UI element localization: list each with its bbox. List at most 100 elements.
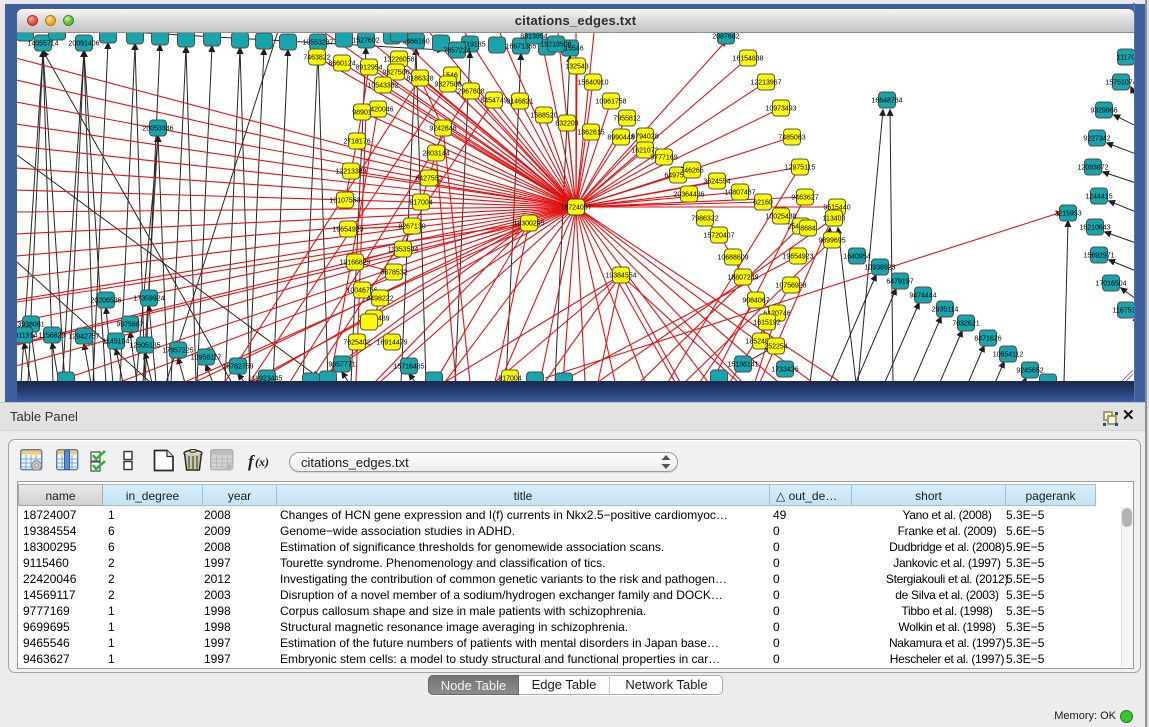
svg-text:8186328: 8186328 <box>406 76 433 83</box>
svg-text:1145194: 1145194 <box>103 339 130 346</box>
svg-text:9242848: 9242848 <box>429 126 456 133</box>
svg-text:10807487: 10807487 <box>724 190 755 197</box>
svg-text:12975115: 12975115 <box>785 165 816 172</box>
svg-text:12213967: 12213967 <box>750 80 781 87</box>
svg-text:8878532: 8878532 <box>380 270 407 277</box>
svg-text:917004: 917004 <box>409 200 432 207</box>
svg-text:10973493: 10973493 <box>765 106 796 113</box>
svg-text:16671355: 16671355 <box>505 44 536 51</box>
svg-text:6794028: 6794028 <box>631 134 658 141</box>
svg-text:8684: 8684 <box>800 226 816 233</box>
svg-text:1362615: 1362615 <box>577 130 604 137</box>
svg-text:8471626: 8471626 <box>974 336 1001 343</box>
svg-text:20364436: 20364436 <box>673 192 704 199</box>
svg-text:7986322: 7986322 <box>691 216 718 223</box>
svg-text:12213389: 12213389 <box>335 169 366 176</box>
svg-text:9857771: 9857771 <box>328 362 355 369</box>
svg-text:1167534: 1167534 <box>1113 308 1134 315</box>
svg-text:10654112: 10654112 <box>993 352 1024 359</box>
svg-text:12505135: 12505135 <box>129 343 160 350</box>
svg-text:17359924: 17359924 <box>133 296 164 303</box>
svg-text:9146821: 9146821 <box>506 99 533 106</box>
svg-text:8660124: 8660124 <box>328 61 355 68</box>
svg-text:3911914: 3911914 <box>17 333 37 340</box>
svg-text:19166829: 19166829 <box>339 260 370 267</box>
svg-text:98901: 98901 <box>352 110 372 117</box>
svg-text:17016504: 17016504 <box>1095 281 1126 288</box>
svg-text:20091406: 20091406 <box>68 41 99 48</box>
svg-text:11170: 11170 <box>1117 55 1134 62</box>
svg-text:16210643: 16210643 <box>1079 225 1110 232</box>
svg-text:8427552: 8427552 <box>415 176 442 183</box>
svg-text:7632621: 7632621 <box>952 321 979 328</box>
svg-text:12942757: 12942757 <box>68 334 99 341</box>
svg-text:19654923: 19654923 <box>332 227 363 234</box>
svg-text:18300295: 18300295 <box>513 221 544 228</box>
svg-text:9329966: 9329966 <box>1090 108 1117 115</box>
svg-text:15640910: 15640910 <box>577 80 608 87</box>
svg-text:10553287: 10553287 <box>302 40 333 47</box>
svg-text:18724007: 18724007 <box>560 205 591 212</box>
svg-text:9084067: 9084067 <box>742 298 769 305</box>
svg-text:10938923: 10938923 <box>864 265 895 272</box>
svg-text:7463822: 7463822 <box>303 55 330 62</box>
svg-text:3624554: 3624554 <box>703 179 730 186</box>
svg-text:(x): (x) <box>255 455 269 469</box>
svg-text:62160: 62160 <box>753 200 773 207</box>
svg-text:9899695: 9899695 <box>818 238 845 245</box>
svg-text:15751074: 15751074 <box>1105 80 1134 87</box>
svg-text:9777169: 9777169 <box>650 155 677 162</box>
svg-text:19654923: 19654923 <box>782 254 813 261</box>
svg-text:7857224: 7857224 <box>443 48 470 55</box>
svg-text:10543382: 10543382 <box>367 83 398 90</box>
svg-text:17957225: 17957225 <box>162 348 193 355</box>
svg-text:1527602: 1527602 <box>352 38 379 45</box>
svg-text:15720407: 15720407 <box>703 233 734 240</box>
svg-text:8454749: 8454749 <box>480 98 507 105</box>
svg-text:2803144: 2803144 <box>422 151 449 158</box>
svg-text:20053346: 20053346 <box>142 126 173 133</box>
svg-text:2087682: 2087682 <box>712 34 739 41</box>
svg-text:16648784: 16648784 <box>871 98 902 105</box>
svg-text:4498222: 4498222 <box>366 296 393 303</box>
svg-text:14055714: 14055714 <box>27 41 58 48</box>
svg-text:7625402: 7625402 <box>343 340 370 347</box>
svg-text:10958117: 10958117 <box>191 355 222 362</box>
svg-text:18807249: 18807249 <box>727 275 758 282</box>
svg-text:11353594: 11353594 <box>388 247 419 254</box>
svg-text:20206536: 20206536 <box>90 298 121 305</box>
svg-text:1640954: 1640954 <box>843 254 870 261</box>
svg-text:8813054: 8813054 <box>520 34 547 41</box>
svg-text:6479197: 6479197 <box>886 279 913 286</box>
svg-text:9227342: 9227342 <box>1083 136 1110 143</box>
svg-text:1156829: 1156829 <box>39 333 66 340</box>
svg-text:1588520: 1588520 <box>530 113 557 120</box>
svg-text:19384554: 19384554 <box>605 273 636 280</box>
svg-text:12093872: 12093872 <box>1077 165 1108 172</box>
svg-text:1621072: 1621072 <box>631 148 658 155</box>
svg-text:9327508: 9327508 <box>434 82 461 89</box>
svg-text:9245652: 9245652 <box>1016 368 1043 375</box>
svg-text:113403: 113403 <box>823 216 846 223</box>
svg-text:16914479: 16914479 <box>376 340 407 347</box>
svg-text:2718176: 2718176 <box>343 139 370 146</box>
svg-text:19218506: 19218506 <box>540 42 571 49</box>
svg-text:13226058: 13226058 <box>383 57 414 64</box>
svg-text:15136141: 15136141 <box>727 362 758 369</box>
svg-text:2935114: 2935114 <box>932 307 959 314</box>
svg-text:10961758: 10961758 <box>595 99 626 106</box>
svg-text:16782759: 16782759 <box>222 364 253 371</box>
svg-text:15716485: 15716485 <box>393 364 424 371</box>
svg-text:10107553: 10107553 <box>329 198 360 205</box>
svg-text:832203: 832203 <box>555 121 578 128</box>
svg-text:7485063: 7485063 <box>778 135 805 142</box>
svg-text:1244415: 1244415 <box>1085 194 1112 201</box>
svg-text:8267130: 8267130 <box>398 224 425 231</box>
svg-text:10756928: 10756928 <box>775 283 806 290</box>
svg-text:10688609: 10688609 <box>717 255 748 262</box>
svg-text:2967608: 2967608 <box>457 89 484 96</box>
svg-text:8912954: 8912954 <box>355 65 382 72</box>
svg-text:3215953: 3215953 <box>1054 211 1081 218</box>
svg-text:7955812: 7955812 <box>613 116 640 123</box>
svg-text:746266: 746266 <box>680 168 703 175</box>
